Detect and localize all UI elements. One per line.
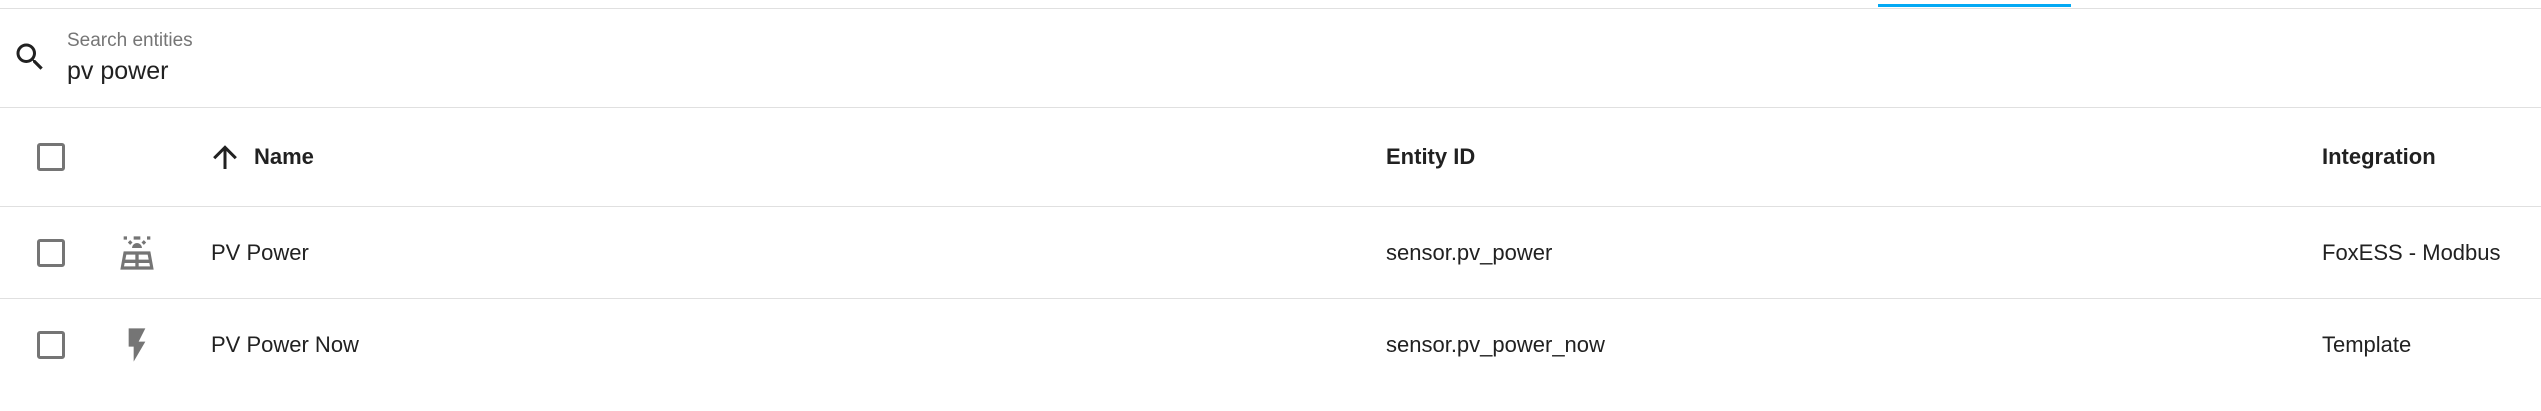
active-tab-indicator (1878, 4, 2071, 7)
row-checkbox[interactable] (37, 331, 65, 359)
table-row[interactable]: PV Power Now sensor.pv_power_now Templat… (0, 299, 2541, 391)
row-entity-id: sensor.pv_power_now (1386, 332, 1605, 357)
search-bar: Search entities pv power (0, 9, 2541, 108)
search-input[interactable]: pv power (67, 57, 168, 86)
search-label: Search entities (67, 30, 193, 51)
solar-panel-icon (120, 236, 154, 270)
column-header-entity-id[interactable]: Entity ID (1386, 144, 1475, 170)
column-header-name[interactable]: Name (254, 144, 314, 170)
row-name: PV Power (211, 240, 309, 265)
row-checkbox[interactable] (37, 239, 65, 267)
top-tab-bar (0, 0, 2541, 9)
row-integration: FoxESS - Modbus (2322, 240, 2501, 265)
row-name: PV Power Now (211, 332, 359, 357)
sort-ascending-icon[interactable] (207, 139, 243, 175)
row-entity-id: sensor.pv_power (1386, 240, 1553, 265)
flash-icon (128, 328, 146, 362)
table-header: Name Entity ID Integration (0, 108, 2541, 207)
column-header-integration[interactable]: Integration (2322, 144, 2436, 170)
search-icon (16, 43, 43, 70)
row-integration: Template (2322, 332, 2412, 357)
select-all-checkbox[interactable] (37, 143, 65, 171)
table-row[interactable]: PV Power sensor.pv_power FoxESS - Modbus (0, 207, 2541, 299)
